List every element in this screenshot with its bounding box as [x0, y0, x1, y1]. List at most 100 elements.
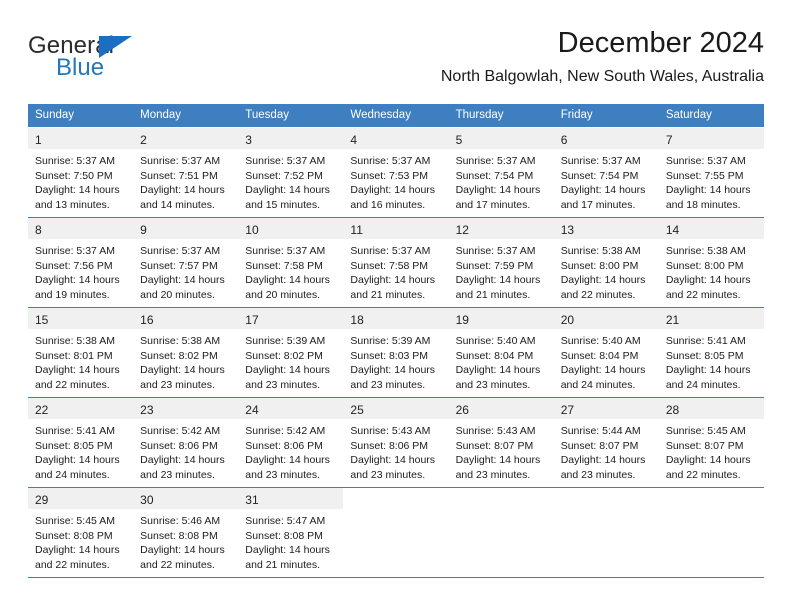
calendar-day-cell[interactable]: 3 Sunrise: 5:37 AM Sunset: 7:52 PM Daylight…: [238, 128, 344, 217]
sunset-text: Sunset: 8:08 PM: [245, 529, 323, 542]
calendar-day-cell[interactable]: 13 Sunrise: 5:38 AM Sunset: 8:00 PM Dayligh…: [553, 218, 659, 307]
sunset-text: Sunset: 7:56 PM: [35, 259, 113, 272]
day-details: Sunrise: 5:42 AM Sunset: 8:06 PM Daylight:…: [133, 419, 238, 482]
calendar-day-cell[interactable]: 18 Sunrise: 5:39 AM Sunset: 8:03 PM Dayligh…: [343, 308, 449, 397]
calendar-day-cell[interactable]: 2 Sunrise: 5:37 AM Sunset: 7:51 PM Daylight…: [133, 128, 239, 217]
sunset-text: Sunset: 8:00 PM: [665, 259, 744, 272]
sunset-text: Sunset: 8:02 PM: [245, 349, 323, 362]
day-number: 25: [350, 403, 364, 417]
calendar-day-cell[interactable]: 19 Sunrise: 5:40 AM Sunset: 8:04 PM Dayligh…: [448, 308, 554, 397]
sunrise-text: Sunrise: 5:43 AM: [455, 425, 536, 437]
calendar-day-cell[interactable]: 12 Sunrise: 5:37 AM Sunset: 7:59 PM Dayligh…: [448, 218, 554, 307]
calendar-day-cell[interactable]: 23 Sunrise: 5:42 AM Sunset: 8:06 PM Dayligh…: [133, 398, 239, 487]
calendar-day-cell[interactable]: 25 Sunrise: 5:43 AM Sunset: 8:06 PM Dayligh…: [343, 398, 449, 487]
sunrise-text: Sunrise: 5:41 AM: [665, 335, 746, 347]
day-number-band: 30: [133, 488, 239, 509]
calendar-day-cell[interactable]: 24 Sunrise: 5:42 AM Sunset: 8:06 PM Dayligh…: [238, 398, 344, 487]
daylight-text-line2: and 19 minutes.: [35, 288, 110, 301]
calendar-day-cell[interactable]: 16 Sunrise: 5:38 AM Sunset: 8:02 PM Dayligh…: [133, 308, 239, 397]
sunset-text: Sunset: 8:06 PM: [245, 439, 323, 452]
daylight-text-line2: and 22 minutes.: [665, 288, 741, 301]
day-number-band: 6: [553, 128, 659, 149]
day-details: Sunrise: 5:37 AM Sunset: 7:56 PM Daylight:…: [28, 239, 133, 302]
calendar-day-cell[interactable]: 22 Sunrise: 5:41 AM Sunset: 8:05 PM Dayligh…: [28, 398, 134, 487]
calendar-day-cell[interactable]: 27 Sunrise: 5:44 AM Sunset: 8:07 PM Dayligh…: [553, 398, 659, 487]
sunrise-text: Sunrise: 5:46 AM: [140, 515, 221, 527]
day-number: 17: [245, 313, 259, 327]
sunset-text: Sunset: 7:54 PM: [560, 169, 639, 182]
weekday-header-saturday: Saturday: [665, 109, 712, 121]
calendar-week-row: 8 Sunrise: 5:37 AM Sunset: 7:56 PM Daylight…: [28, 218, 764, 308]
sunset-text: Sunset: 8:06 PM: [140, 439, 218, 452]
sunset-text: Sunset: 8:07 PM: [455, 439, 534, 452]
daylight-text-line1: Daylight: 14 hours: [665, 454, 751, 466]
sunset-text: Sunset: 8:05 PM: [665, 349, 744, 362]
calendar-day-cell[interactable]: 8 Sunrise: 5:37 AM Sunset: 7:56 PM Daylight…: [28, 218, 134, 307]
day-number-band: 23: [133, 398, 239, 419]
calendar-day-cell[interactable]: 20 Sunrise: 5:40 AM Sunset: 8:04 PM Dayligh…: [553, 308, 659, 397]
calendar-day-cell[interactable]: 30 Sunrise: 5:46 AM Sunset: 8:08 PM Dayligh…: [133, 488, 239, 577]
calendar-day-cell[interactable]: 7 Sunrise: 5:37 AM Sunset: 7:55 PM Daylight…: [658, 128, 764, 217]
day-number-band: 7: [658, 128, 764, 149]
sunset-text: Sunset: 7:51 PM: [140, 169, 218, 182]
day-number: 18: [350, 313, 364, 327]
calendar-day-cell[interactable]: 1 Sunrise: 5:37 AM Sunset: 7:50 PM Daylight…: [28, 128, 134, 217]
calendar-day-cell[interactable]: 28 Sunrise: 5:45 AM Sunset: 8:07 PM Dayligh…: [658, 398, 764, 487]
sunset-text: Sunset: 7:53 PM: [350, 169, 429, 182]
sunset-text: Sunset: 7:52 PM: [245, 169, 323, 182]
calendar-day-cell[interactable]: 6 Sunrise: 5:37 AM Sunset: 7:54 PM Daylight…: [553, 128, 659, 217]
day-number-band: 26: [448, 398, 554, 419]
day-number-band: 1: [28, 128, 134, 149]
daylight-text-line2: and 23 minutes.: [140, 468, 215, 481]
calendar-day-cell[interactable]: 21 Sunrise: 5:41 AM Sunset: 8:05 PM Dayligh…: [658, 308, 764, 397]
calendar-day-cell[interactable]: 31 Sunrise: 5:47 AM Sunset: 8:08 PM Dayligh…: [238, 488, 344, 577]
sunrise-text: Sunrise: 5:37 AM: [245, 155, 326, 167]
sunrise-text: Sunrise: 5:40 AM: [560, 335, 641, 347]
calendar-day-cell[interactable]: 10 Sunrise: 5:37 AM Sunset: 7:58 PM Dayligh…: [238, 218, 344, 307]
day-number: 21: [665, 313, 680, 327]
daylight-text-line1: Daylight: 14 hours: [140, 274, 225, 286]
calendar-day-cell-empty: [343, 488, 449, 577]
calendar-day-cell[interactable]: 11 Sunrise: 5:37 AM Sunset: 7:58 PM Dayligh…: [343, 218, 449, 307]
calendar-day-cell[interactable]: 14 Sunrise: 5:38 AM Sunset: 8:00 PM Dayligh…: [658, 218, 764, 307]
sunset-text: Sunset: 7:55 PM: [665, 169, 744, 182]
sunrise-text: Sunrise: 5:39 AM: [245, 335, 326, 347]
calendar-day-cell[interactable]: 9 Sunrise: 5:37 AM Sunset: 7:57 PM Daylight…: [133, 218, 239, 307]
calendar-day-cell[interactable]: 26 Sunrise: 5:43 AM Sunset: 8:07 PM Dayligh…: [448, 398, 554, 487]
calendar-day-cell[interactable]: 17 Sunrise: 5:39 AM Sunset: 8:02 PM Dayligh…: [238, 308, 344, 397]
daylight-text-line1: Daylight: 14 hours: [455, 274, 541, 286]
daylight-text-line1: Daylight: 14 hours: [245, 184, 330, 196]
daylight-text-line1: Daylight: 14 hours: [245, 544, 330, 556]
day-number-band: 13: [553, 218, 659, 239]
sunrise-text: Sunrise: 5:39 AM: [350, 335, 431, 347]
calendar-day-cell[interactable]: 15 Sunrise: 5:38 AM Sunset: 8:01 PM Dayligh…: [28, 308, 134, 397]
calendar-day-cell[interactable]: 29 Sunrise: 5:45 AM Sunset: 8:08 PM Dayligh…: [28, 488, 134, 577]
daylight-text-line1: Daylight: 14 hours: [140, 184, 225, 196]
sunrise-text: Sunrise: 5:37 AM: [350, 155, 431, 167]
day-number: 6: [560, 133, 568, 147]
general-blue-logo: General Blue: [28, 32, 228, 90]
daylight-text-line2: and 23 minutes.: [455, 378, 531, 391]
calendar-day-cell-empty: [448, 488, 554, 577]
day-number: 31: [245, 493, 259, 507]
calendar-week-row: 22 Sunrise: 5:41 AM Sunset: 8:05 PM Dayligh…: [28, 398, 764, 488]
daylight-text-line1: Daylight: 14 hours: [35, 454, 120, 466]
daylight-text-line1: Daylight: 14 hours: [245, 364, 330, 376]
day-number: 23: [140, 403, 154, 417]
calendar-day-cell[interactable]: 4 Sunrise: 5:37 AM Sunset: 7:53 PM Daylight…: [343, 128, 449, 217]
daylight-text-line1: Daylight: 14 hours: [560, 364, 646, 376]
page-title: December 2024: [557, 27, 764, 59]
weekday-header-sunday: Sunday: [35, 109, 75, 121]
day-details: Sunrise: 5:43 AM Sunset: 8:06 PM Daylight:…: [343, 419, 448, 482]
calendar-day-cell[interactable]: 5 Sunrise: 5:37 AM Sunset: 7:54 PM Daylight…: [448, 128, 554, 217]
day-details: Sunrise: 5:37 AM Sunset: 7:53 PM Daylight:…: [343, 149, 448, 212]
day-number-band: 29: [28, 488, 134, 509]
sunset-text: Sunset: 8:04 PM: [455, 349, 534, 362]
sunrise-text: Sunrise: 5:37 AM: [665, 155, 746, 167]
day-number-band: 9: [133, 218, 239, 239]
day-number-band: 5: [448, 128, 554, 149]
daylight-text-line2: and 20 minutes.: [140, 288, 215, 301]
day-details: Sunrise: 5:42 AM Sunset: 8:06 PM Daylight:…: [238, 419, 343, 482]
day-details: Sunrise: 5:41 AM Sunset: 8:05 PM Daylight:…: [28, 419, 133, 482]
day-details: Sunrise: 5:37 AM Sunset: 7:58 PM Daylight:…: [343, 239, 448, 302]
